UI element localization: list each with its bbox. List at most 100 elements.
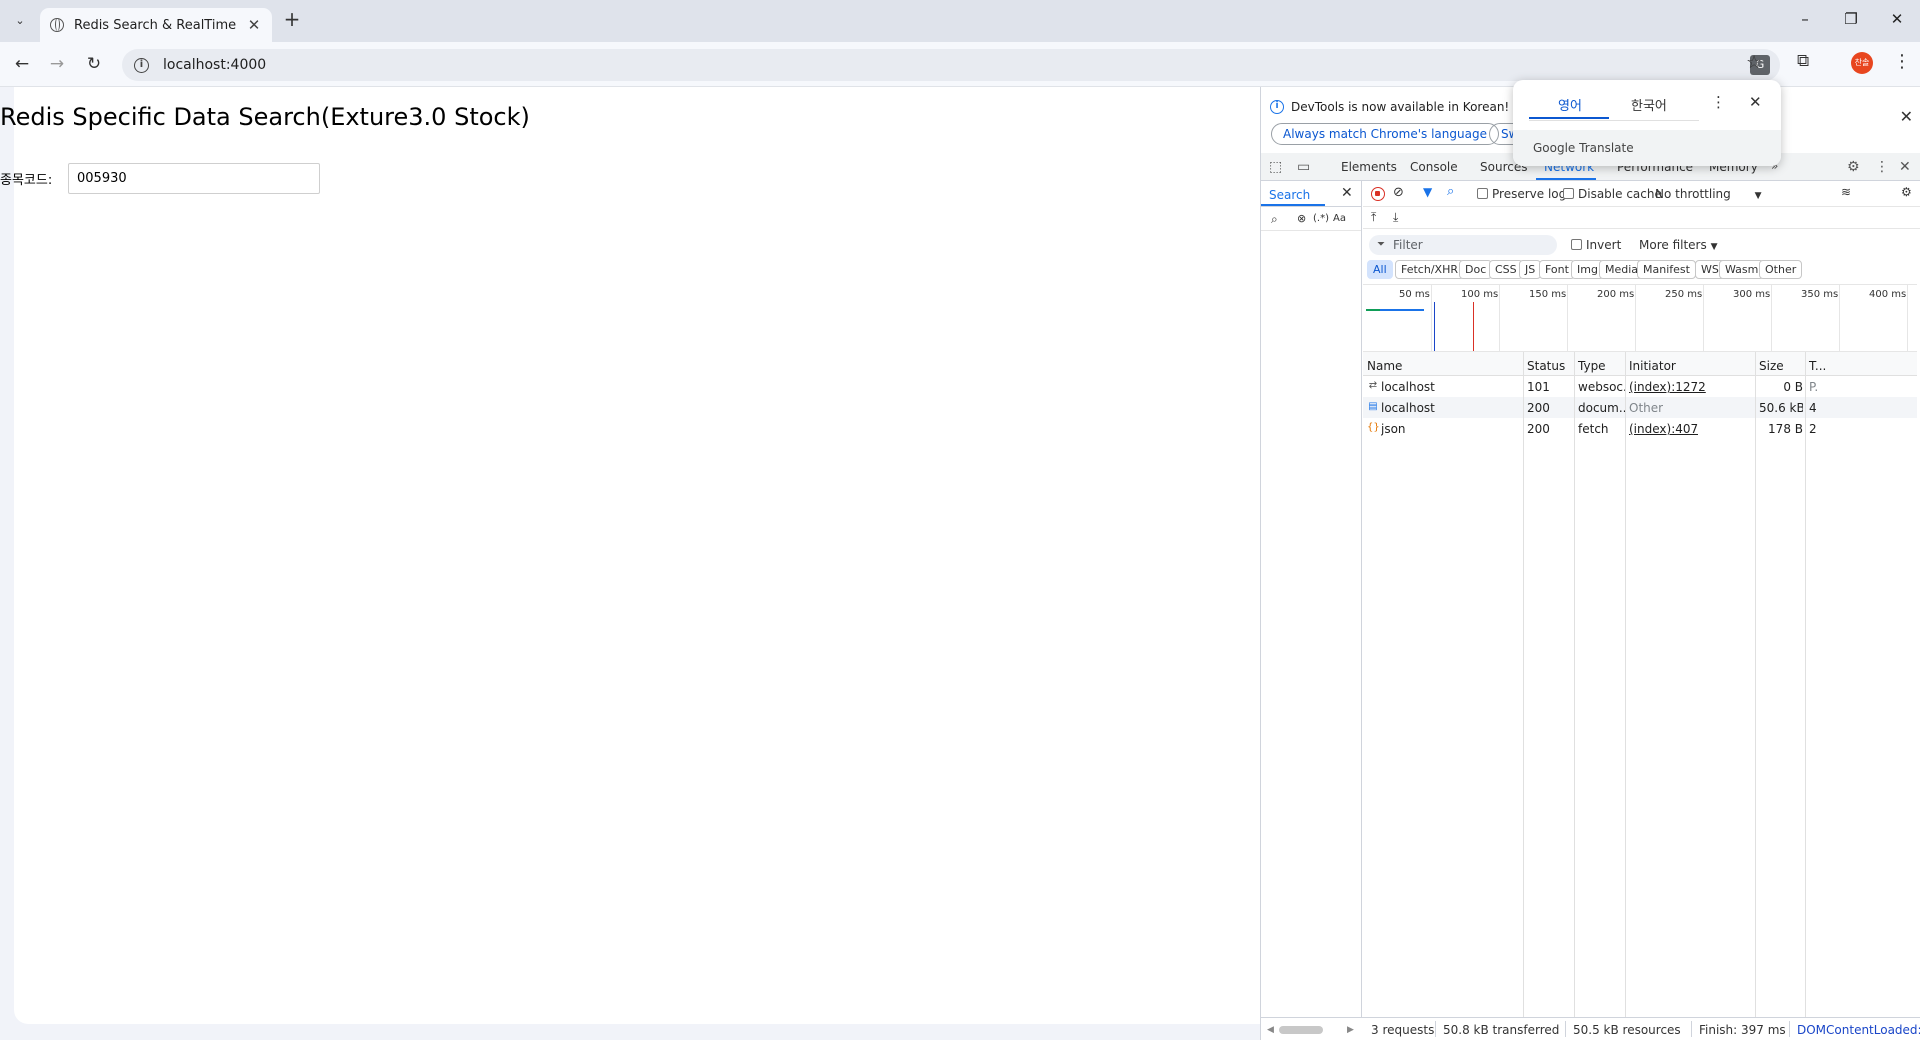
address-bar[interactable]: i localhost:4000 G <box>122 49 1780 81</box>
timeline-tick-label: 100 ms <box>1461 289 1499 300</box>
type-filter-fetch-xhr[interactable]: Fetch/XHR <box>1395 260 1464 279</box>
magnifier-icon: ⌕ <box>1271 212 1278 226</box>
load-event-marker <box>1473 302 1474 351</box>
infobar-close-icon[interactable]: ✕ <box>1900 107 1913 126</box>
type-filter-css[interactable]: CSS <box>1489 260 1523 279</box>
stock-code-input[interactable] <box>68 163 320 194</box>
scroll-left-arrow-icon[interactable]: ◀ <box>1267 1025 1274 1035</box>
column-header-initiator[interactable]: Initiator <box>1629 359 1676 373</box>
search-active-indicator <box>1261 204 1325 206</box>
type-filter-other[interactable]: Other <box>1759 260 1803 279</box>
column-header-type[interactable]: Type <box>1578 359 1606 373</box>
request-size: 178 B <box>1768 422 1803 436</box>
window-close-icon[interactable]: ✕ <box>1882 10 1912 32</box>
translate-close-icon[interactable]: ✕ <box>1749 93 1762 111</box>
browser-menu-icon[interactable]: ⋮ <box>1893 51 1911 72</box>
filter-input[interactable]: Filter <box>1369 235 1557 255</box>
browser-tab[interactable]: Redis Search & RealTime Push ✕ <box>40 8 272 42</box>
column-divider[interactable] <box>1805 352 1806 1021</box>
request-type: docum... <box>1578 401 1626 415</box>
tab-close-icon[interactable]: ✕ <box>246 16 262 34</box>
info-icon: i <box>1270 100 1284 114</box>
type-filter-doc[interactable]: Doc <box>1459 260 1493 279</box>
regex-icon[interactable]: (.*) <box>1313 213 1329 224</box>
new-tab-button[interactable]: + <box>282 9 302 30</box>
network-timeline-overview[interactable]: 50 ms 100 ms 150 ms 200 ms 250 ms 300 ms… <box>1363 284 1917 352</box>
horizontal-scrollbar-thumb[interactable] <box>1279 1026 1323 1034</box>
timeline-tick-label: 50 ms <box>1399 289 1430 300</box>
network-toolbar: ⊘ ▼ ⌕ Preserve log Disable cache No thro… <box>1363 181 1920 207</box>
preserve-log-checkbox[interactable]: Preserve log <box>1477 187 1566 201</box>
translate-target-language-tab[interactable]: 한국어 <box>1631 95 1667 114</box>
settings-gear-icon[interactable]: ⚙ <box>1847 159 1860 175</box>
extensions-puzzle-icon[interactable]: ⧉ <box>1797 51 1809 71</box>
search-icon[interactable]: ⌕ <box>1447 184 1454 199</box>
bookmark-star-icon[interactable]: ☆ <box>1746 52 1762 73</box>
restore-icon[interactable]: ❐ <box>1836 10 1866 32</box>
back-arrow-icon[interactable]: ← <box>10 53 34 77</box>
column-divider[interactable] <box>1523 352 1524 1021</box>
type-filter-js[interactable]: JS <box>1519 260 1542 279</box>
column-header-name[interactable]: Name <box>1367 359 1402 373</box>
search-pane-label[interactable]: Search <box>1269 188 1310 202</box>
profile-avatar[interactable]: 찬솔 <box>1851 52 1873 74</box>
filter-funnel-icon[interactable]: ▼ <box>1423 185 1432 199</box>
table-row[interactable]: {} json 200 fetch (index):407 178 B 2... <box>1363 418 1917 439</box>
column-header-size[interactable]: Size <box>1759 359 1784 373</box>
inspect-element-icon[interactable]: ⬚ <box>1269 159 1282 175</box>
search-close-icon[interactable]: ✕ <box>1341 185 1353 201</box>
site-info-icon[interactable]: i <box>134 57 149 73</box>
scroll-right-arrow-icon[interactable]: ▶ <box>1347 1025 1354 1035</box>
table-row[interactable]: ▤ localhost 200 docum... Other 50.6 kB 4… <box>1363 397 1917 418</box>
forward-arrow-icon[interactable]: → <box>45 53 69 77</box>
tab-console[interactable]: Console <box>1410 160 1458 174</box>
device-toolbar-icon[interactable]: ▭ <box>1297 159 1310 175</box>
more-filters-button[interactable]: More filters ▼ <box>1639 238 1717 252</box>
invert-checkbox[interactable]: Invert <box>1571 238 1621 252</box>
match-language-button[interactable]: Always match Chrome's language <box>1271 123 1499 145</box>
column-divider[interactable] <box>1625 352 1626 1021</box>
type-filter-manifest[interactable]: Manifest <box>1637 260 1696 279</box>
page-title: Redis Specific Data Search(Exture3.0 Sto… <box>0 103 530 131</box>
type-filter-font[interactable]: Font <box>1539 260 1575 279</box>
clear-icon[interactable]: ⊘ <box>1393 185 1404 200</box>
clear-search-icon[interactable]: ⊗ <box>1297 212 1306 225</box>
tab-search-chevron-icon[interactable]: ⌄ <box>8 8 32 32</box>
timeline-bar-download <box>1380 309 1424 311</box>
type-filter-wasm[interactable]: Wasm <box>1719 260 1765 279</box>
throttling-select[interactable]: No throttling ▼ <box>1655 187 1762 201</box>
column-header-status[interactable]: Status <box>1527 359 1565 373</box>
export-har-icon[interactable]: ⤓ <box>1393 210 1398 225</box>
minimize-icon[interactable]: – <box>1790 10 1820 32</box>
tab-elements[interactable]: Elements <box>1341 160 1397 174</box>
request-initiator-link[interactable]: (index):407 <box>1629 422 1698 436</box>
table-header: Name Status Type Initiator Size T... <box>1363 352 1917 376</box>
google-translate-logo: Google Translate <box>1533 141 1634 155</box>
translate-options-menu-icon[interactable]: ⋮ <box>1711 93 1726 111</box>
column-header-time[interactable]: T... <box>1809 359 1826 373</box>
devtools-menu-icon[interactable]: ⋮ <box>1875 159 1889 175</box>
table-row[interactable]: ⇄ localhost 101 websoc... (index):1272 0… <box>1363 376 1917 397</box>
translate-source-language-tab[interactable]: 영어 <box>1558 95 1582 114</box>
network-conditions-icon[interactable]: ≋ <box>1841 185 1851 199</box>
dom-content-loaded-marker <box>1434 302 1435 351</box>
type-filter-all[interactable]: All <box>1367 260 1393 279</box>
disable-cache-checkbox[interactable]: Disable cache <box>1563 187 1662 201</box>
column-divider[interactable] <box>1574 352 1575 1021</box>
status-divider <box>1565 1021 1566 1037</box>
globe-icon <box>50 18 64 32</box>
network-settings-gear-icon[interactable]: ⚙ <box>1901 185 1912 199</box>
caret-down-icon: ▼ <box>1710 242 1718 252</box>
transferred-size: 50.8 kB transferred <box>1443 1023 1560 1037</box>
fetch-braces-icon: {} <box>1367 422 1380 433</box>
match-case-toggle[interactable]: Aa <box>1333 213 1346 224</box>
reload-icon[interactable]: ↻ <box>82 53 106 77</box>
stop-recording-icon[interactable] <box>1371 187 1385 201</box>
devtools-close-icon[interactable]: ✕ <box>1899 159 1911 175</box>
tab-title: Redis Search & RealTime Push <box>74 17 236 33</box>
request-initiator-link[interactable]: (index):1272 <box>1629 380 1706 394</box>
search-pane: Search ✕ ⌕ ⊗ (.*) Aa <box>1261 181 1362 1021</box>
import-har-icon[interactable]: ⤒ <box>1371 210 1376 225</box>
request-status: 101 <box>1527 380 1550 394</box>
column-divider[interactable] <box>1755 352 1756 1021</box>
